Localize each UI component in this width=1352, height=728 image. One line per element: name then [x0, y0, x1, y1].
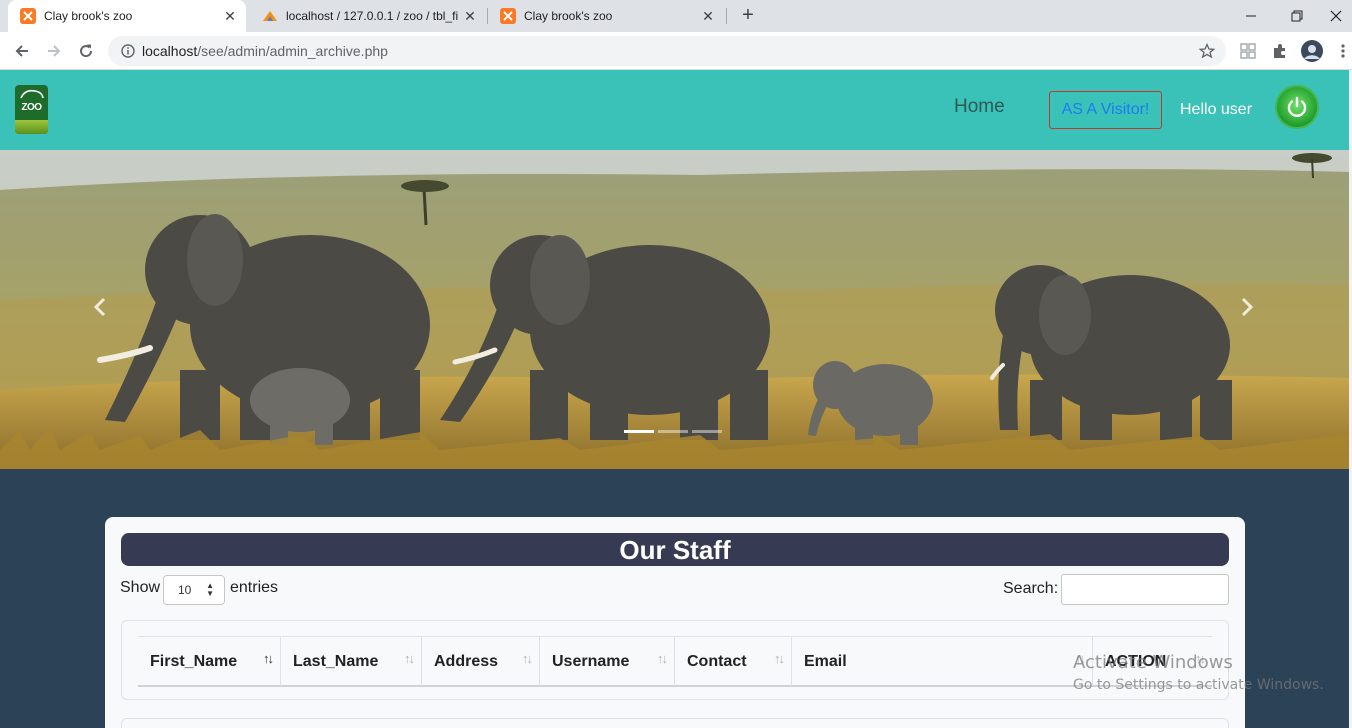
sort-icon: ↑↓ — [657, 651, 668, 666]
column-header-label: Address — [434, 652, 499, 670]
carousel-indicator[interactable] — [692, 430, 722, 433]
carousel-indicators — [624, 430, 722, 433]
column-header-username[interactable]: Username ↑↓ — [540, 637, 675, 686]
address-bar[interactable]: localhost/see/admin/admin_archive.php — [108, 36, 1226, 66]
carousel-indicator[interactable] — [624, 430, 654, 433]
search-label: Search: — [1003, 580, 1059, 597]
close-window-icon[interactable] — [1320, 0, 1352, 32]
entries-select-value: 10 — [178, 583, 192, 597]
column-header-label: Email — [804, 652, 847, 670]
column-header-label: First_Name — [150, 652, 238, 670]
browser-menu-kebab-icon[interactable] — [1336, 41, 1350, 61]
windows-activation-watermark: Activate Windows Go to Settings to activ… — [1073, 652, 1324, 693]
column-header-first-name[interactable]: First_Name ↑↓ — [138, 637, 281, 686]
browser-tab-2[interactable]: localhost / 127.0.0.1 / zoo / tbl_fi ✕ — [250, 0, 486, 32]
column-header-address[interactable]: Address ↑↓ — [422, 637, 540, 686]
staff-card: Our Staff Show 10 ▲ ▼ entries Search: Fir… — [105, 517, 1245, 728]
close-icon[interactable]: ✕ — [700, 8, 716, 24]
sort-icon: ↑↓ — [404, 651, 415, 666]
staff-table: First_Name ↑↓ Last_Name ↑↓ Address ↑↓ Us… — [121, 620, 1229, 700]
site-header: ZOO Home AS A Visitor! Hello user — [0, 70, 1349, 150]
entries-label: entries — [230, 579, 279, 596]
staff-title: Our Staff — [121, 533, 1229, 566]
browser-tab-3[interactable]: Clay brook's zoo ✕ — [488, 0, 724, 32]
elephants-savanna-image — [0, 150, 1349, 469]
url-path: /see/admin/admin_archive.php — [197, 43, 388, 59]
tab-title: localhost / 127.0.0.1 / zoo / tbl_fi — [286, 9, 459, 23]
browser-tab-strip: Clay brook's zoo ✕ localhost / 127.0.0.1… — [0, 0, 1352, 32]
hero-carousel — [0, 150, 1349, 469]
phpmyadmin-favicon-icon — [262, 8, 278, 24]
select-updown-icon: ▲ ▼ — [206, 581, 214, 598]
column-header-label: Username — [552, 652, 630, 670]
nav-home-link[interactable]: Home — [954, 96, 1005, 118]
browser-tab-1[interactable]: Clay brook's zoo ✕ — [8, 0, 246, 32]
extensions-puzzle-icon[interactable] — [1270, 41, 1290, 61]
user-greeting: Hello user — [1180, 101, 1253, 118]
carousel-next-chevron-icon[interactable] — [1239, 296, 1255, 324]
reload-icon[interactable] — [72, 37, 100, 65]
carousel-prev-chevron-icon[interactable] — [92, 296, 108, 324]
xampp-favicon-icon — [500, 8, 516, 24]
back-arrow-icon[interactable] — [8, 37, 36, 65]
sort-icon: ↑↓ — [774, 651, 785, 666]
watermark-line-1: Activate Windows — [1073, 652, 1233, 673]
carousel-indicator[interactable] — [658, 430, 688, 433]
logo-grass — [15, 120, 48, 134]
table-header-row: First_Name ↑↓ Last_Name ↑↓ Address ↑↓ Us… — [138, 636, 1212, 687]
column-header-last-name[interactable]: Last_Name ↑↓ — [281, 637, 422, 686]
new-tab-plus-icon[interactable]: + — [736, 4, 760, 28]
url-host: localhost — [142, 43, 198, 59]
entries-per-page-select[interactable]: 10 ▲ ▼ — [163, 575, 225, 605]
xampp-favicon-icon — [20, 8, 36, 24]
table-body — [121, 718, 1229, 728]
column-header-email[interactable]: Email ↑↓ — [792, 637, 1093, 686]
restore-icon[interactable] — [1274, 0, 1320, 32]
logo-text: ZOO — [21, 102, 42, 113]
url-text: localhost/see/admin/admin_archive.php — [142, 43, 1198, 59]
show-label: Show — [120, 579, 161, 596]
column-header-label: Last_Name — [293, 652, 379, 670]
tab-separator — [726, 8, 727, 24]
profile-avatar-icon[interactable] — [1301, 40, 1323, 62]
tab-title: Clay brook's zoo — [524, 9, 613, 23]
table-search-input[interactable] — [1061, 574, 1229, 605]
close-icon[interactable]: ✕ — [222, 8, 238, 24]
tab-title: Clay brook's zoo — [44, 9, 133, 23]
close-icon[interactable]: ✕ — [462, 8, 478, 24]
sort-ascending-icon: ↑↓ — [263, 651, 274, 666]
info-icon[interactable] — [120, 43, 136, 59]
minimize-icon[interactable] — [1228, 0, 1274, 32]
sort-icon: ↑↓ — [522, 651, 533, 666]
apps-grid-icon[interactable] — [1238, 41, 1258, 61]
column-header-contact[interactable]: Contact ↑↓ — [675, 637, 792, 686]
bookmark-star-icon[interactable] — [1198, 42, 1216, 60]
zoo-logo[interactable]: ZOO — [15, 85, 48, 134]
as-visitor-button[interactable]: AS A Visitor! — [1049, 91, 1162, 129]
forward-arrow-icon[interactable] — [40, 37, 68, 65]
watermark-line-2: Go to Settings to activate Windows. — [1073, 677, 1324, 693]
column-header-label: Contact — [687, 652, 747, 670]
browser-toolbar: localhost/see/admin/admin_archive.php — [0, 32, 1352, 70]
power-logout-icon[interactable] — [1277, 87, 1317, 127]
